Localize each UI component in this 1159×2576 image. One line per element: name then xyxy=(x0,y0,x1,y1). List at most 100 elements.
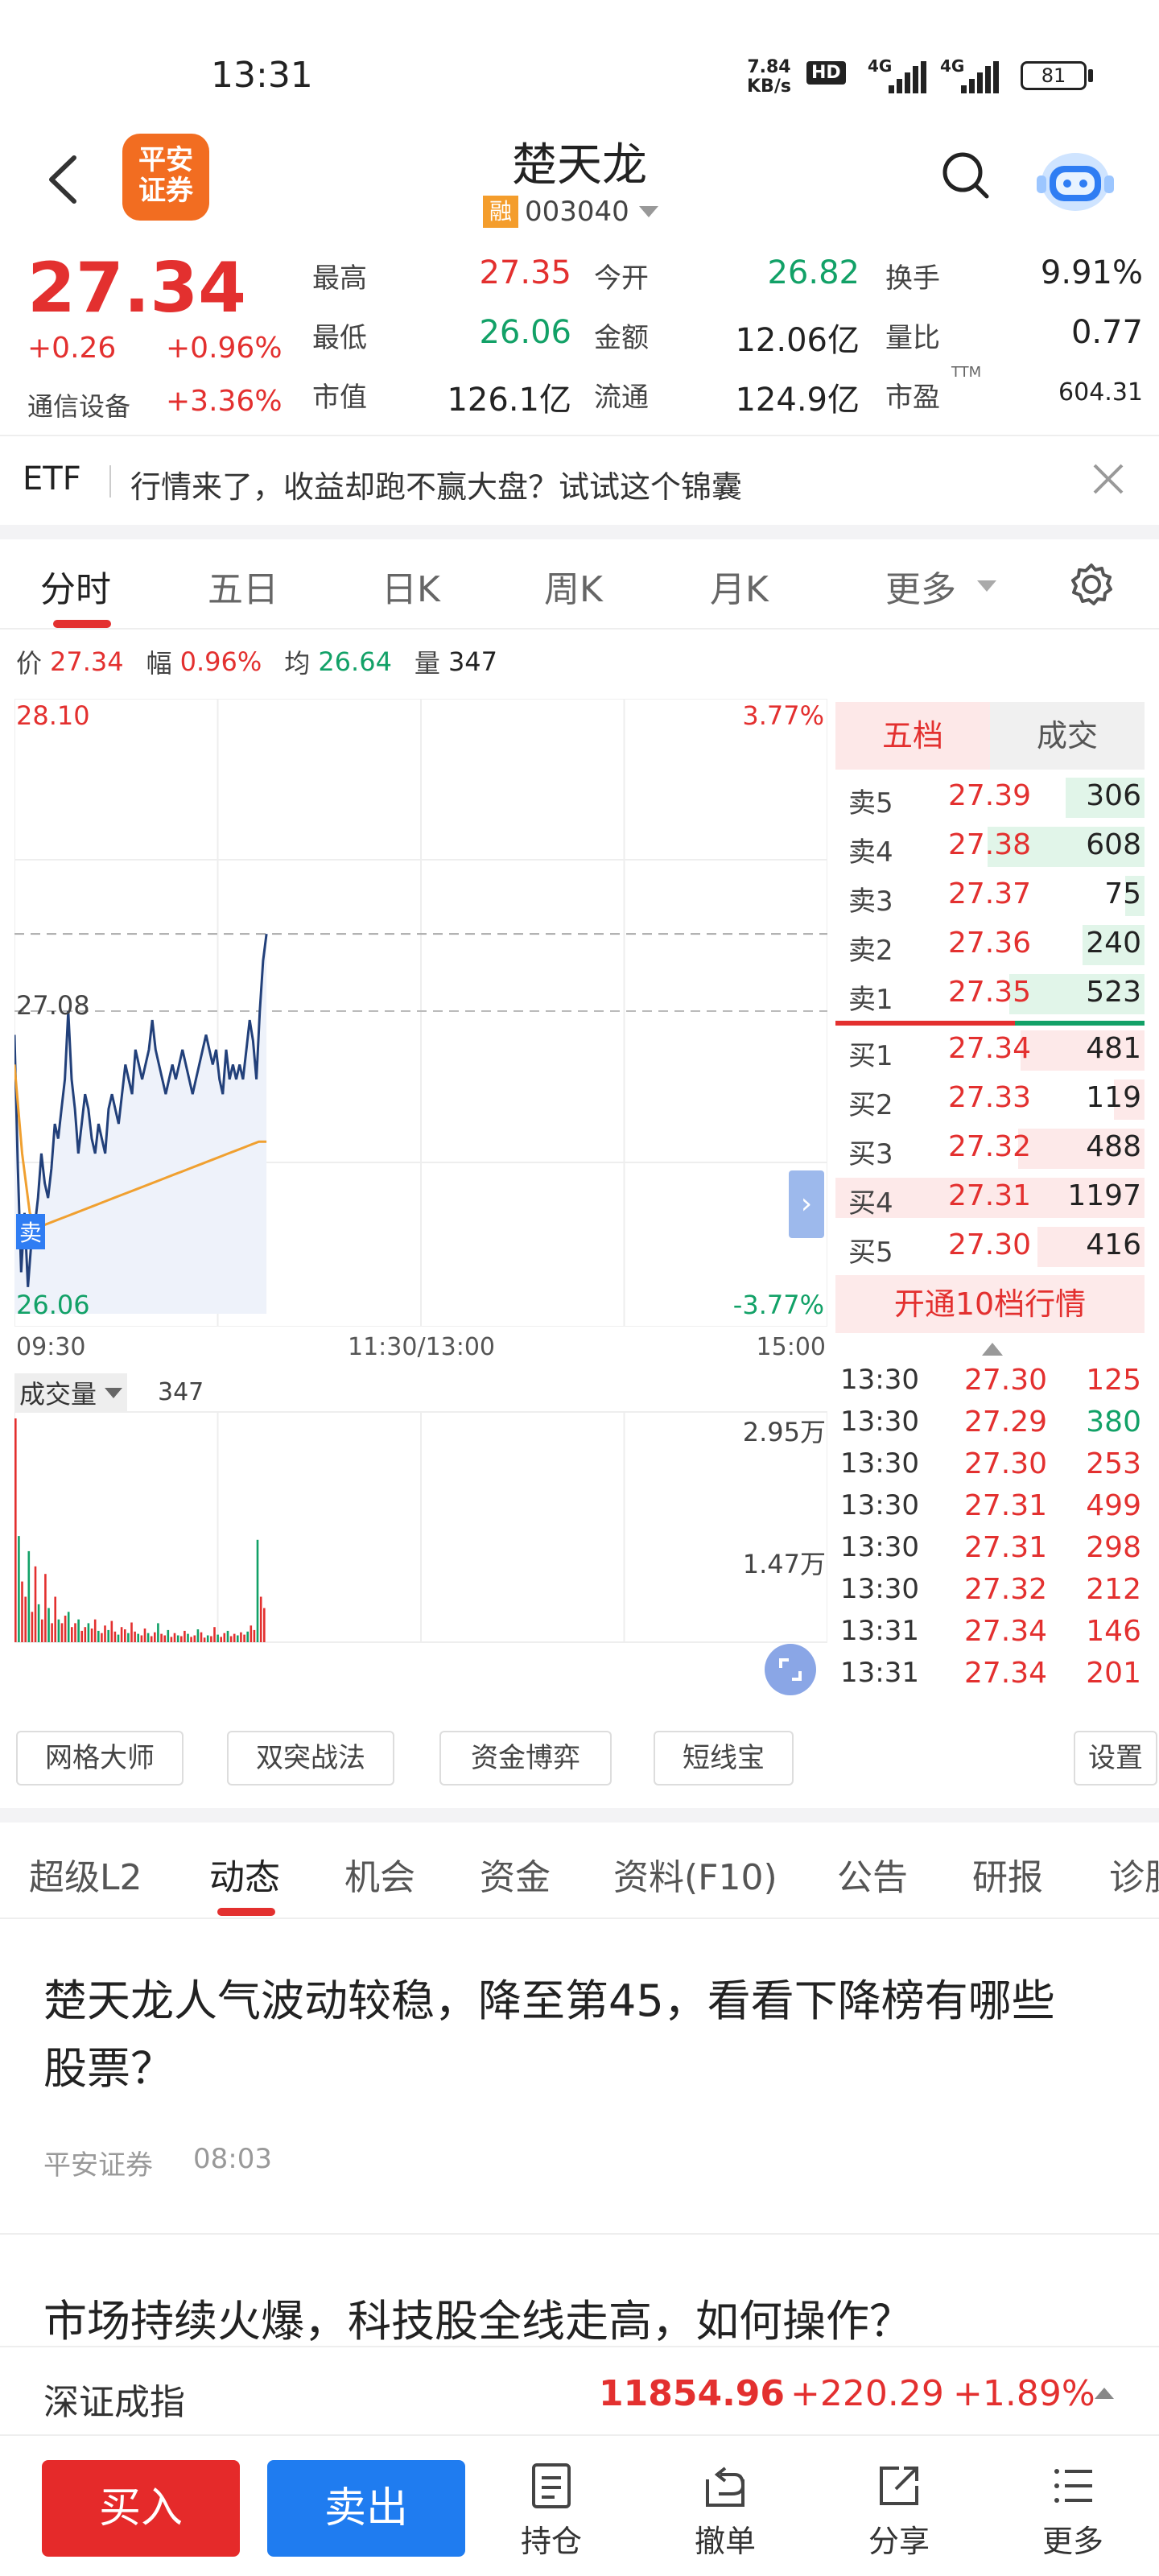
tab-diagnosis[interactable]: 诊股 xyxy=(1109,1848,1159,1900)
tab-five-day[interactable]: 五日 xyxy=(208,560,278,612)
news-item[interactable]: 市场持续火爆，科技股全线走高，如何操作？ xyxy=(0,2235,1159,2347)
chevron-up-icon[interactable] xyxy=(982,1343,1003,1356)
orderbook-row[interactable]: 买4 27.31 1197 xyxy=(835,1174,1145,1221)
level-label: 买3 xyxy=(848,1138,893,1170)
close-icon[interactable] xyxy=(1091,462,1125,496)
tool-grid-master[interactable]: 网格大师 xyxy=(16,1731,184,1785)
volume-value: 347 xyxy=(158,1378,204,1406)
volume-bar xyxy=(93,1619,97,1642)
orderbook-row[interactable]: 买3 27.32 488 xyxy=(835,1125,1145,1172)
volume-bar xyxy=(90,1629,93,1642)
news-item[interactable]: 楚天龙人气波动较稳，降至第45，看看下降榜有哪些股票？ 平安证券 08:03 xyxy=(0,1921,1159,2235)
tab-weekly-k[interactable]: 周K xyxy=(544,560,603,612)
back-icon[interactable] xyxy=(42,151,82,208)
level-label: 买2 xyxy=(848,1089,893,1121)
volume-bar xyxy=(256,1539,259,1642)
volume-bar xyxy=(104,1625,106,1642)
holdings-button[interactable]: 持仓 xyxy=(507,2462,596,2574)
orderbook-row[interactable]: 买5 27.30 416 xyxy=(835,1224,1145,1270)
gear-icon[interactable] xyxy=(1069,562,1114,607)
orderbook-row[interactable]: 卖1 27.35 523 xyxy=(835,971,1145,1018)
news-title: 市场持续火爆，科技股全线走高，如何操作？ xyxy=(43,2296,913,2347)
volume-bar xyxy=(157,1623,159,1642)
level-volume: 481 xyxy=(1086,1032,1141,1065)
tab-news-feed[interactable]: 动态 xyxy=(209,1848,280,1900)
trade-volume: 253 xyxy=(1086,1447,1141,1480)
sell-marker[interactable]: 卖 xyxy=(16,1214,46,1249)
volume-bar xyxy=(130,1622,133,1642)
banner-tag: ETF xyxy=(23,460,81,497)
trade-price: 27.30 xyxy=(964,1364,1048,1397)
robot-assistant-icon[interactable] xyxy=(1035,143,1116,216)
trade-volume: 125 xyxy=(1086,1364,1141,1397)
price-chart[interactable]: 28.10 27.08 26.06 3.77% -3.77% 卖 › xyxy=(14,699,827,1327)
status-time: 13:31 xyxy=(211,55,313,96)
volume-bar xyxy=(80,1630,83,1642)
volume-bar xyxy=(107,1629,109,1642)
level-volume: 306 xyxy=(1086,779,1141,812)
upgrade-10-levels-button[interactable]: 开通10档行情 xyxy=(835,1275,1145,1333)
chevron-up-icon xyxy=(1095,2388,1114,2399)
tool-short-line[interactable]: 短线宝 xyxy=(654,1731,794,1785)
chart-top-price: 28.10 xyxy=(16,700,90,731)
bid-list: 买1 27.34 481 买2 27.33 119 买3 27.32 488 买4 27.31 119… xyxy=(835,1027,1145,1277)
chevron-down-icon xyxy=(638,206,658,217)
tab-intraday[interactable]: 分时 xyxy=(40,560,111,612)
fullscreen-icon[interactable] xyxy=(765,1644,816,1695)
level-price: 27.34 xyxy=(948,1032,1032,1065)
orderbook-row[interactable]: 卖2 27.36 240 xyxy=(835,922,1145,968)
volume-scale-mid: 1.47万 xyxy=(742,1549,826,1579)
tools-settings-button[interactable]: 设置 xyxy=(1074,1731,1157,1785)
search-icon[interactable] xyxy=(940,150,993,203)
tab-five-levels[interactable]: 五档 xyxy=(835,702,990,770)
volume-bar xyxy=(127,1633,130,1642)
orderbook-row[interactable]: 卖3 27.37 75 xyxy=(835,873,1145,919)
trade-price: 27.29 xyxy=(964,1406,1048,1439)
volume-bar xyxy=(41,1619,43,1642)
tab-monthly-k[interactable]: 月K xyxy=(710,560,769,612)
orderbook-row[interactable]: 卖4 27.38 608 xyxy=(835,824,1145,870)
stock-code-row[interactable]: 融 003040 xyxy=(483,193,658,230)
volume-bar xyxy=(229,1636,233,1642)
volume-bar xyxy=(259,1596,262,1642)
tool-capital-game[interactable]: 资金博弈 xyxy=(439,1731,612,1785)
holdings-icon xyxy=(532,2463,571,2508)
buy-button[interactable]: 买入 xyxy=(42,2460,240,2557)
trade-time: 13:30 xyxy=(840,1531,919,1563)
tab-research[interactable]: 研报 xyxy=(972,1848,1043,1900)
trade-time: 13:30 xyxy=(840,1406,919,1438)
stock-title: 楚天龙 xyxy=(512,139,647,192)
sell-button[interactable]: 卖出 xyxy=(267,2460,465,2557)
tool-double-breakout[interactable]: 双突战法 xyxy=(227,1731,394,1785)
level-label: 买1 xyxy=(848,1040,893,1072)
volume-chart[interactable]: 成交量 347 2.95万 1.47万 xyxy=(14,1370,827,1708)
volume-bar xyxy=(60,1623,64,1642)
volume-bar xyxy=(173,1633,176,1642)
tab-trades[interactable]: 成交 xyxy=(990,702,1145,770)
promo-banner[interactable]: ETF 行情来了，收益却跑不赢大盘？试试这个锦囊 xyxy=(0,436,1159,525)
expand-orderbook-icon[interactable]: › xyxy=(789,1170,824,1238)
order-book: 五档 成交 卖5 27.39 306 卖4 27.38 608 卖3 27.37 75 卖2 27.… xyxy=(835,702,1145,1338)
tab-more[interactable]: 更多 xyxy=(885,560,996,612)
battery-icon: 81 xyxy=(1021,61,1087,90)
share-button[interactable]: 分享 xyxy=(855,2462,943,2574)
tab-announcements[interactable]: 公告 xyxy=(837,1848,908,1900)
trade-price: 27.31 xyxy=(964,1531,1048,1564)
volume-selector[interactable]: 成交量 xyxy=(14,1373,128,1412)
tab-capital[interactable]: 资金 xyxy=(480,1848,551,1900)
volume-bar xyxy=(210,1636,212,1642)
tab-daily-k[interactable]: 日K xyxy=(382,560,440,612)
tab-super-l2[interactable]: 超级L2 xyxy=(29,1848,142,1900)
index-ticker[interactable]: 深证成指 11854.96 +220.29 +1.89% xyxy=(0,2346,1159,2436)
volume-bar xyxy=(24,1596,27,1642)
tab-f10[interactable]: 资料(F10) xyxy=(613,1848,777,1900)
tab-opportunity[interactable]: 机会 xyxy=(344,1848,415,1900)
orderbook-row[interactable]: 卖5 27.39 306 xyxy=(835,774,1145,821)
volume-bar xyxy=(146,1633,150,1642)
more-button[interactable]: 更多 xyxy=(1029,2462,1117,2574)
orderbook-row[interactable]: 买1 27.34 481 xyxy=(835,1027,1145,1074)
quote-label: 市盈 xyxy=(885,382,940,414)
orderbook-row[interactable]: 买2 27.33 119 xyxy=(835,1076,1145,1123)
volume-bar xyxy=(193,1635,196,1642)
cancel-order-button[interactable]: 撤单 xyxy=(681,2462,769,2574)
